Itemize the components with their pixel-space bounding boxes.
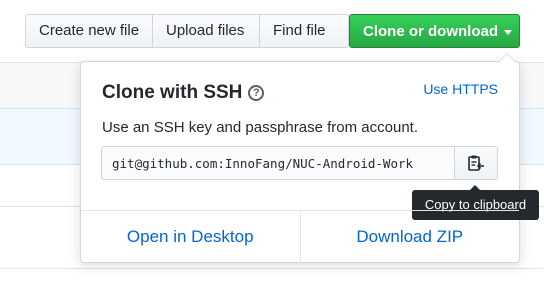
clipboard-icon	[468, 155, 484, 171]
popover-title-text: Clone with SSH	[102, 82, 243, 103]
popover-arrow	[498, 53, 516, 62]
clone-popover: Clone with SSH ? Use HTTPS Use an SSH ke…	[80, 53, 539, 263]
download-zip-link[interactable]: Download ZIP	[301, 211, 520, 263]
popover-title: Clone with SSH ?	[102, 82, 265, 104]
clone-url-field	[101, 146, 455, 180]
question-icon[interactable]: ?	[248, 85, 265, 101]
caret-down-icon	[504, 29, 512, 35]
clone-url-input[interactable]	[102, 147, 454, 179]
open-in-desktop-link[interactable]: Open in Desktop	[81, 211, 301, 263]
create-new-file-button[interactable]: Create new file	[26, 15, 153, 47]
file-list-row	[0, 268, 544, 285]
upload-files-button[interactable]: Upload files	[153, 15, 260, 47]
clone-button-label: Clone or download	[363, 22, 498, 40]
file-actions-group: Create new file Upload files Find file	[25, 14, 349, 48]
popover-description: Use an SSH key and passphrase from accou…	[102, 119, 418, 136]
popover-footer: Open in Desktop Download ZIP	[81, 210, 519, 263]
use-https-link[interactable]: Use HTTPS	[423, 81, 498, 97]
copy-to-clipboard-button[interactable]	[454, 146, 498, 180]
find-file-button[interactable]: Find file	[260, 15, 348, 47]
clone-or-download-button[interactable]: Clone or download	[349, 14, 520, 48]
